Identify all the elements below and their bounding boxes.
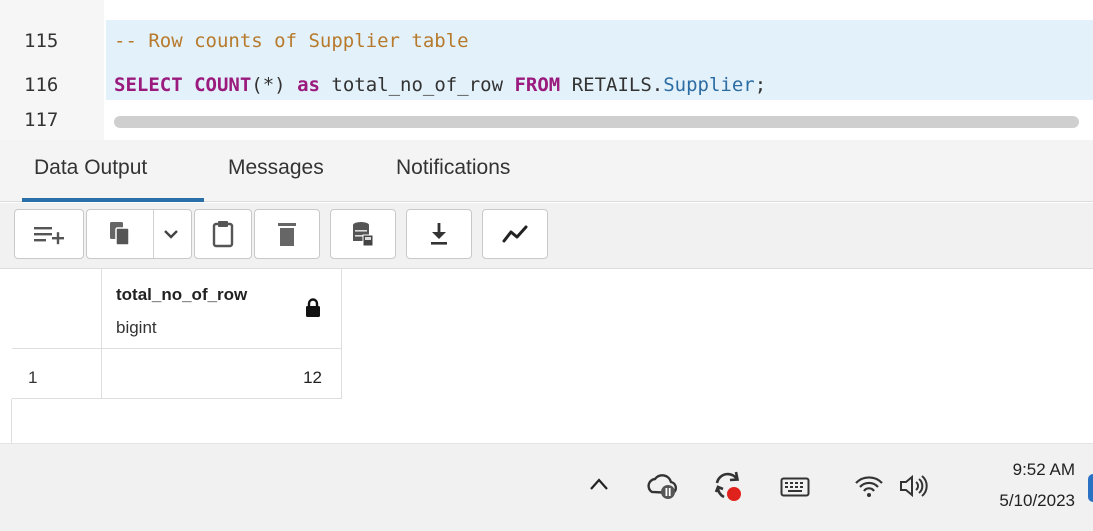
row-number: 1	[28, 368, 38, 387]
function-count: COUNT	[194, 74, 252, 96]
column-name: total_no_of_row	[116, 285, 248, 304]
notification-center-edge[interactable]	[1088, 474, 1093, 502]
onedrive-icon[interactable]	[646, 472, 680, 500]
paste-button[interactable]	[194, 209, 252, 259]
copy-icon	[109, 221, 131, 247]
column-alias: total_no_of_row	[331, 74, 504, 96]
horizontal-scrollbar[interactable]	[114, 116, 1079, 128]
delete-icon	[277, 221, 297, 247]
line-number: 117	[24, 109, 59, 131]
tab-data-output[interactable]: Data Output	[34, 156, 147, 180]
table-name: Supplier	[663, 74, 755, 96]
tab-notifications[interactable]: Notifications	[396, 156, 510, 180]
add-row-icon	[32, 222, 66, 246]
sql-comment: -- Row counts of Supplier table	[114, 30, 469, 52]
sync-error-icon[interactable]	[712, 470, 746, 504]
grid-left-border	[11, 399, 12, 443]
download-button[interactable]	[406, 209, 472, 259]
code-line-115[interactable]: -- Row counts of Supplier table	[114, 30, 469, 52]
count-args: (*)	[251, 74, 286, 96]
keyword-from: FROM	[514, 74, 561, 96]
output-tabs: Data Output Messages Notifications	[0, 140, 1093, 202]
delete-button[interactable]	[254, 209, 320, 259]
active-tab-indicator	[22, 198, 204, 202]
wifi-icon[interactable]	[854, 474, 884, 498]
schema-name: RETAILS.	[571, 74, 664, 96]
keyboard-icon[interactable]	[780, 477, 810, 497]
tab-messages[interactable]: Messages	[228, 156, 324, 180]
split-divider	[153, 210, 154, 258]
column-type: bigint	[116, 318, 157, 337]
download-icon	[429, 222, 449, 246]
line-number: 115	[24, 30, 59, 52]
chevron-down-icon[interactable]	[163, 227, 179, 241]
graph-visualiser-button[interactable]	[482, 209, 548, 259]
save-data-icon	[352, 221, 374, 247]
add-row-button[interactable]	[14, 209, 84, 259]
clock-date[interactable]: 5/10/2023	[999, 491, 1075, 511]
code-line-116[interactable]: SELECT COUNT(*) as total_no_of_row FROM …	[114, 74, 766, 96]
clock-time[interactable]: 9:52 AM	[1013, 460, 1075, 480]
statement-terminator: ;	[754, 74, 767, 96]
data-output-toolbar	[0, 203, 1093, 269]
paste-icon	[212, 220, 234, 248]
cell-value: 12	[303, 368, 322, 387]
lock-icon	[305, 298, 321, 323]
chevron-up-icon[interactable]	[588, 476, 610, 492]
sql-editor[interactable]: 115 116 117 -- Row counts of Supplier ta…	[0, 0, 1093, 140]
volume-icon[interactable]	[898, 474, 932, 498]
keyword-as: as	[297, 74, 320, 96]
row-header-corner	[12, 269, 102, 349]
graph-visualiser-icon	[502, 224, 528, 244]
copy-button-group[interactable]	[86, 209, 192, 259]
line-number: 116	[24, 74, 59, 96]
keyword-select: SELECT	[114, 74, 183, 96]
save-data-button[interactable]	[330, 209, 396, 259]
row-number-cell[interactable]	[12, 349, 102, 399]
